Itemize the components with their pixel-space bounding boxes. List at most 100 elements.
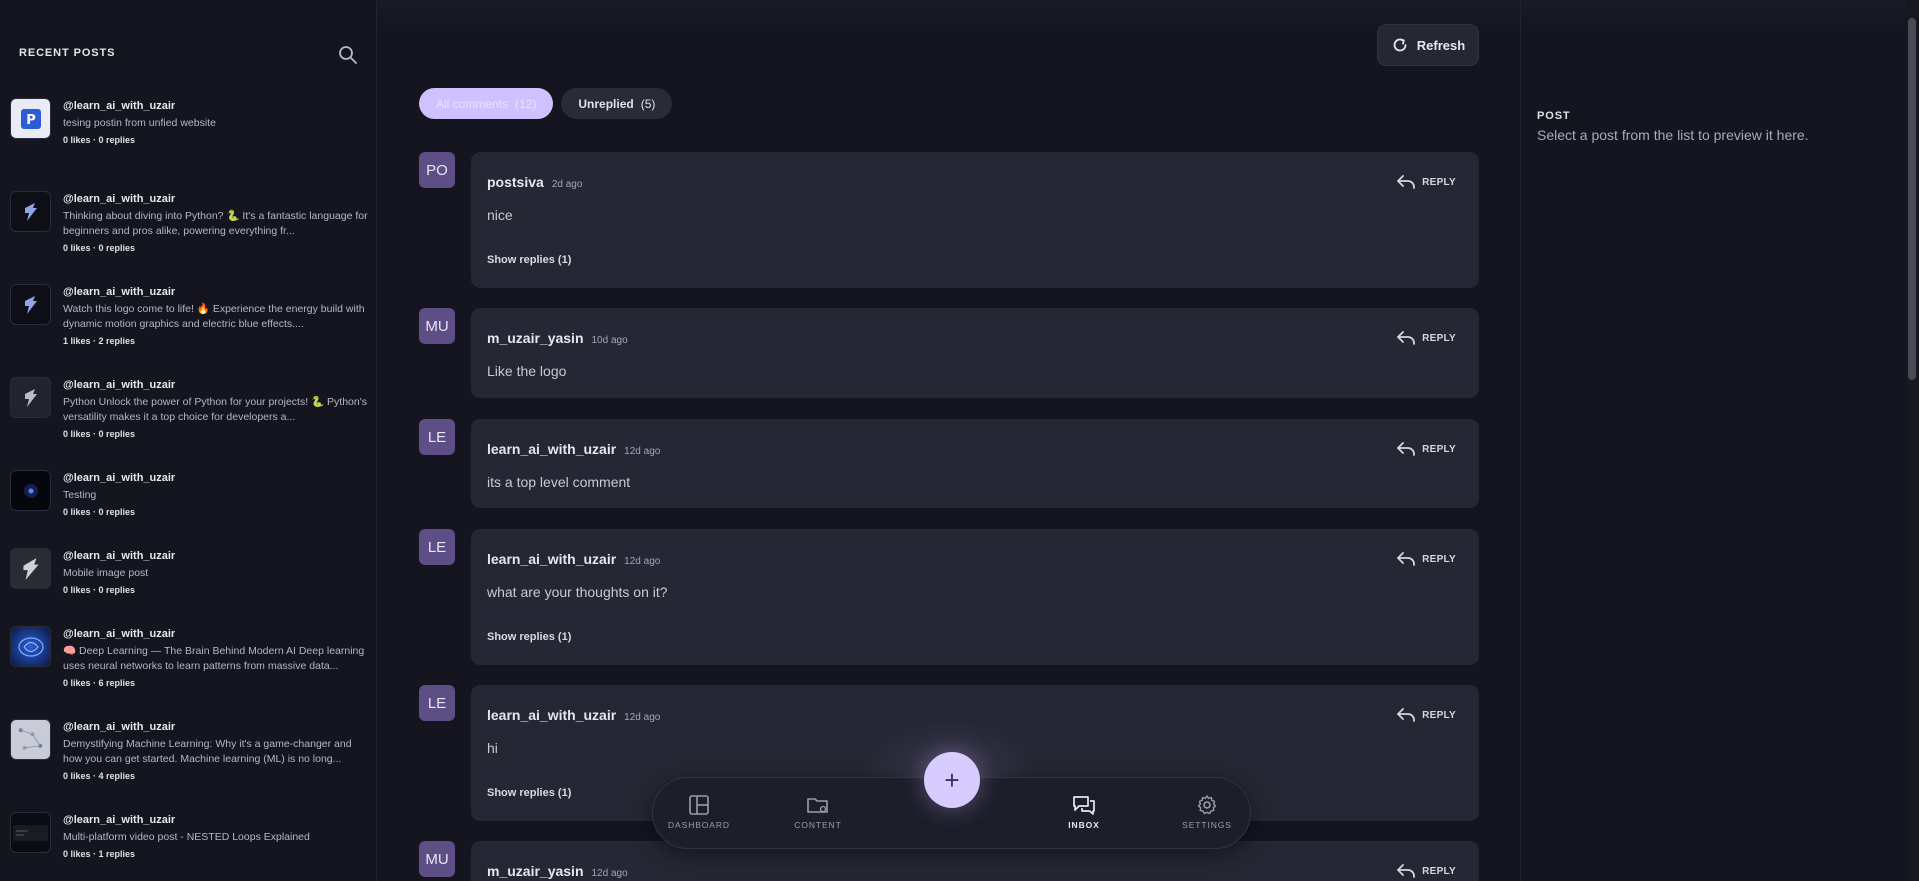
- post-excerpt: Python Unlock the power of Python for yo…: [63, 396, 367, 423]
- avatar: LE: [419, 529, 455, 565]
- nav-label: SETTINGS: [1182, 820, 1232, 830]
- inbox-icon: [1073, 796, 1095, 815]
- post-list-item[interactable]: @learn_ai_with_uzair Mobile image post 0…: [10, 546, 366, 624]
- tab-unreplied[interactable]: Unreplied (5): [561, 88, 673, 119]
- comment-card: m_uzair_yasin 10d ago REPLY Like the log…: [471, 308, 1479, 398]
- comment-timestamp: 10d ago: [591, 335, 628, 346]
- tab-count: (5): [640, 96, 656, 111]
- reply-button[interactable]: REPLY: [1396, 707, 1456, 723]
- sidebar-header: RECENT POSTS: [19, 44, 359, 68]
- reply-button[interactable]: REPLY: [1396, 551, 1456, 567]
- glow-dot-thumbnail: [10, 470, 51, 511]
- post-excerpt: Watch this logo come to life! 🔥 Experien…: [63, 303, 365, 330]
- nav-inbox[interactable]: INBOX: [1044, 794, 1124, 830]
- post-list-item[interactable]: @learn_ai_with_uzair Demystifying Machin…: [10, 717, 366, 810]
- bolt-logo-thumbnail: [10, 548, 51, 589]
- post-username: @learn_ai_with_uzair: [63, 721, 176, 733]
- sidebar-title: RECENT POSTS: [19, 47, 116, 59]
- post-username: @learn_ai_with_uzair: [63, 193, 176, 205]
- refresh-button[interactable]: Refresh: [1377, 24, 1479, 66]
- reply-button[interactable]: REPLY: [1396, 863, 1456, 879]
- avatar: LE: [419, 685, 455, 721]
- post-username: @learn_ai_with_uzair: [63, 628, 176, 640]
- post-excerpt: Testing: [63, 489, 97, 501]
- preview-label: POST: [1537, 110, 1571, 122]
- reply-icon: [1397, 864, 1415, 878]
- post-excerpt: 🧠 Deep Learning — The Brain Behind Moder…: [63, 645, 365, 672]
- post-list-item[interactable]: @learn_ai_with_uzair Thinking about divi…: [10, 189, 368, 282]
- nav-label: CONTENT: [794, 820, 842, 830]
- reply-button[interactable]: REPLY: [1396, 174, 1456, 190]
- tab-label: All comments: [436, 96, 509, 111]
- reply-label: REPLY: [1422, 443, 1456, 455]
- reply-icon: [1397, 442, 1415, 456]
- preview-placeholder: Select a post from the list to preview i…: [1537, 127, 1809, 143]
- post-username: @learn_ai_with_uzair: [63, 100, 176, 112]
- svg-text:P: P: [26, 113, 36, 128]
- post-stats: 0 likes · 0 replies: [63, 135, 136, 145]
- avatar: MU: [419, 841, 455, 877]
- reply-label: REPLY: [1422, 176, 1456, 188]
- scrollbar-thumb[interactable]: [1908, 18, 1916, 380]
- nav-dashboard[interactable]: DASHBOARD: [659, 794, 739, 830]
- bolt-logo-thumbnail: [10, 377, 51, 418]
- post-stats: 0 likes · 0 replies: [63, 585, 136, 595]
- comment-timestamp: 12d ago: [624, 556, 661, 567]
- reply-button[interactable]: REPLY: [1396, 441, 1456, 457]
- post-username: @learn_ai_with_uzair: [63, 286, 176, 298]
- comment-text: Like the logo: [487, 363, 567, 379]
- plus-icon: +: [944, 764, 960, 795]
- comment-card: learn_ai_with_uzair 12d ago REPLY what a…: [471, 529, 1479, 665]
- reply-button[interactable]: REPLY: [1396, 330, 1456, 346]
- post-list-item[interactable]: @learn_ai_with_uzair Watch this logo com…: [10, 282, 366, 375]
- tab-all-comments[interactable]: All comments (12): [419, 88, 554, 119]
- dashboard-icon: [689, 795, 709, 815]
- comment-card: postsiva 2d ago REPLY nice Show replies …: [471, 152, 1479, 288]
- gear-icon: [1197, 795, 1217, 815]
- reply-icon: [1397, 175, 1415, 189]
- show-replies-link[interactable]: Show replies (1): [487, 787, 571, 799]
- reply-label: REPLY: [1422, 865, 1456, 877]
- post-stats: 0 likes · 6 replies: [63, 678, 136, 688]
- content-folder-icon: [807, 798, 828, 813]
- nav-label: DASHBOARD: [668, 820, 730, 830]
- post-stats: 0 likes · 4 replies: [63, 771, 136, 781]
- ml-pattern-thumbnail: [10, 719, 51, 760]
- bolt-logo-thumbnail: [10, 284, 51, 325]
- reply-label: REPLY: [1422, 553, 1456, 565]
- show-replies-link[interactable]: Show replies (1): [487, 254, 571, 266]
- post-excerpt: Mobile image post: [63, 567, 149, 579]
- post-excerpt: Demystifying Machine Learning: Why it's …: [63, 738, 352, 765]
- post-preview-panel: POST Select a post from the list to prev…: [1520, 0, 1900, 881]
- bolt-logo-thumbnail: [10, 191, 51, 232]
- nav-settings[interactable]: SETTINGS: [1167, 794, 1247, 830]
- search-icon[interactable]: [337, 44, 359, 66]
- comment-timestamp: 12d ago: [624, 712, 661, 723]
- tab-count: (12): [515, 96, 537, 111]
- refresh-icon: [1393, 38, 1407, 52]
- post-excerpt: Thinking about diving into Python? 🐍 It'…: [63, 210, 368, 237]
- post-excerpt: tesing postin from unfied website: [63, 117, 216, 129]
- scrollbar[interactable]: [1906, 0, 1919, 881]
- post-stats: 0 likes · 0 replies: [63, 429, 136, 439]
- comment-card: learn_ai_with_uzair 12d ago REPLY its a …: [471, 419, 1479, 508]
- avatar: LE: [419, 419, 455, 455]
- comment-timestamp: 2d ago: [551, 179, 583, 190]
- avatar: MU: [419, 308, 455, 344]
- tab-label: Unreplied: [578, 96, 634, 111]
- comment-text: hi: [487, 740, 498, 756]
- reply-icon: [1397, 708, 1415, 722]
- postiva-logo-thumbnail: P: [10, 98, 51, 139]
- post-excerpt: Multi-platform video post - NESTED Loops…: [63, 831, 310, 843]
- nav-content[interactable]: CONTENT: [778, 794, 858, 830]
- comment-text: its a top level comment: [487, 474, 631, 490]
- neural-brain-thumbnail: [10, 626, 51, 667]
- create-post-button[interactable]: +: [924, 752, 980, 808]
- post-list-item[interactable]: @learn_ai_with_uzair Testing 0 likes · 0…: [10, 468, 366, 546]
- post-list-item[interactable]: @learn_ai_with_uzair Multi-platform vide…: [10, 810, 366, 881]
- post-list-item[interactable]: @learn_ai_with_uzair 🧠 Deep Learning — T…: [10, 624, 366, 717]
- post-list-item[interactable]: P @learn_ai_with_uzair tesing postin fro…: [10, 96, 366, 189]
- show-replies-link[interactable]: Show replies (1): [487, 631, 571, 643]
- comment-author: m_uzair_yasin: [487, 330, 584, 346]
- post-list-item[interactable]: @learn_ai_with_uzair Python Unlock the p…: [10, 375, 367, 468]
